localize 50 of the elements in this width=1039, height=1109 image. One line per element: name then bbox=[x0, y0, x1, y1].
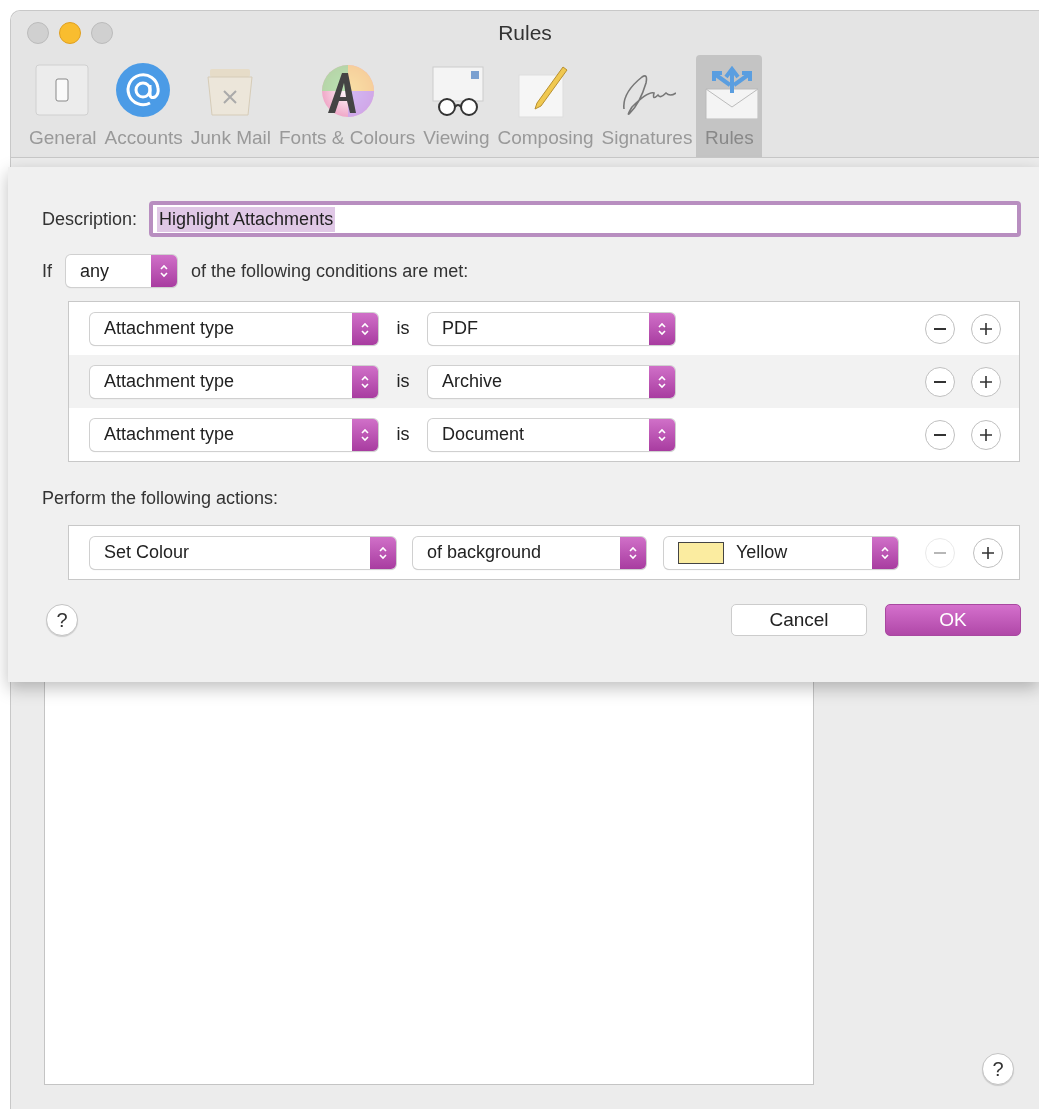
plus-icon bbox=[980, 375, 992, 388]
description-label: Description: bbox=[42, 208, 138, 230]
add-button[interactable] bbox=[973, 537, 1003, 568]
plus-icon bbox=[980, 322, 992, 335]
stepper-icon bbox=[657, 426, 667, 443]
ok-button[interactable]: OK bbox=[885, 604, 1021, 636]
remove-button[interactable] bbox=[925, 313, 955, 344]
minus-icon bbox=[934, 551, 946, 554]
actions-label: Perform the following actions: bbox=[42, 488, 280, 509]
help-button[interactable]: ? bbox=[46, 604, 78, 636]
cancel-button[interactable]: Cancel bbox=[731, 604, 867, 636]
minus-icon bbox=[934, 433, 946, 436]
stepper-icon bbox=[880, 544, 890, 561]
dropdown[interactable]: any bbox=[66, 255, 177, 287]
switch-icon bbox=[33, 63, 92, 119]
help-button[interactable]: ? bbox=[982, 1053, 1014, 1085]
operator-label: is bbox=[395, 424, 411, 445]
description-field[interactable]: Highlight Attachments bbox=[149, 201, 1021, 237]
at-sign-icon bbox=[114, 63, 173, 119]
window-title: Rules bbox=[498, 21, 552, 45]
stepper-icon bbox=[360, 373, 370, 390]
add-button[interactable] bbox=[971, 366, 1001, 397]
stepper-icon bbox=[159, 263, 169, 279]
dropdown[interactable]: Yellow bbox=[664, 536, 898, 569]
stepper-icon bbox=[378, 544, 388, 561]
add-button[interactable] bbox=[971, 313, 1001, 344]
remove-button[interactable] bbox=[925, 366, 955, 397]
plus-icon bbox=[980, 428, 992, 441]
conditions-label: of the following conditions are met: bbox=[191, 260, 469, 282]
operator-label: is bbox=[395, 318, 411, 339]
stepper-icon bbox=[657, 320, 667, 337]
minus-icon bbox=[934, 327, 946, 330]
dropdown[interactable]: PDF bbox=[428, 312, 675, 345]
add-button[interactable] bbox=[971, 419, 1001, 450]
dropdown[interactable]: Attachment type bbox=[90, 312, 378, 345]
minus-icon bbox=[934, 380, 946, 383]
stepper-icon bbox=[657, 373, 667, 390]
operator-label: is bbox=[395, 371, 411, 392]
stepper-icon bbox=[628, 544, 638, 561]
stepper-icon bbox=[360, 426, 370, 443]
dropdown[interactable]: Attachment type bbox=[90, 365, 378, 398]
dropdown[interactable]: Document bbox=[428, 418, 675, 451]
dropdown[interactable]: Attachment type bbox=[90, 418, 378, 451]
dropdown[interactable]: Archive bbox=[428, 365, 675, 398]
if-label: If bbox=[42, 260, 52, 282]
dropdown[interactable]: of background bbox=[413, 536, 646, 569]
plus-icon bbox=[982, 546, 994, 559]
dropdown[interactable]: Set Colour bbox=[90, 536, 396, 569]
remove-button[interactable] bbox=[925, 419, 955, 450]
stepper-icon bbox=[360, 320, 370, 337]
